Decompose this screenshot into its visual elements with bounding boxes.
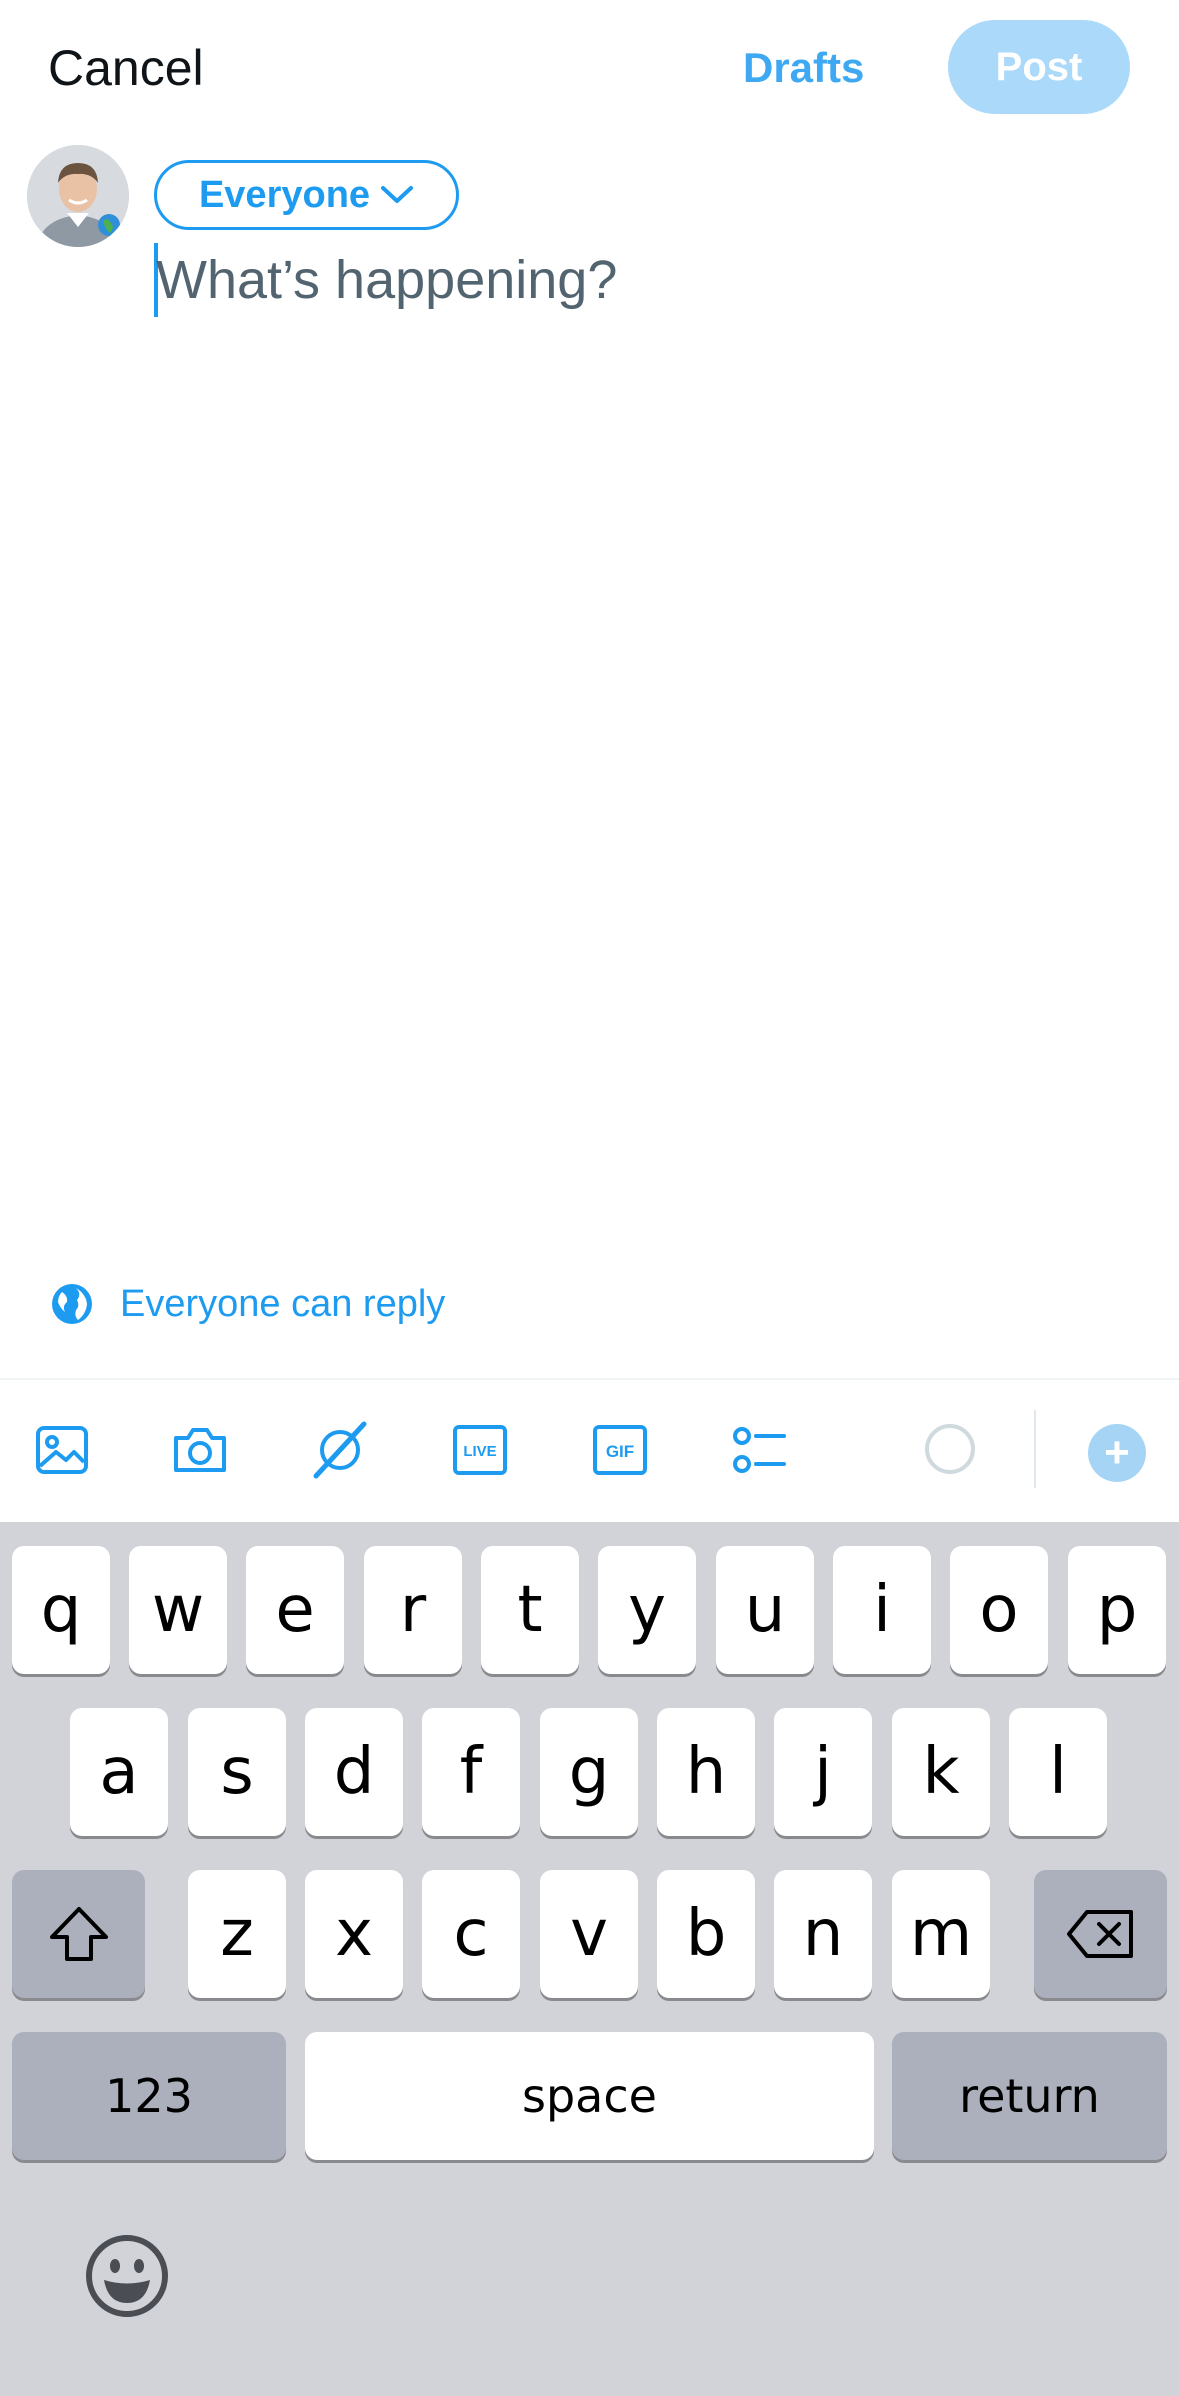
key-l[interactable]: l [1009,1708,1107,1836]
key-m[interactable]: m [892,1870,990,1998]
key-g[interactable]: g [540,1708,638,1836]
key-b[interactable]: b [657,1870,755,1998]
audience-selector[interactable]: Everyone [154,160,459,230]
key-f[interactable]: f [422,1708,520,1836]
gif-icon[interactable]: GIF [590,1420,650,1480]
backspace-icon [1066,1910,1133,1958]
avatar[interactable] [27,145,129,247]
drafts-button[interactable]: Drafts [743,40,864,96]
post-button[interactable]: Post [948,20,1130,114]
grok-icon[interactable] [310,1420,370,1480]
key-r[interactable]: r [364,1546,462,1674]
svg-text:LIVE: LIVE [463,1443,496,1460]
key-y[interactable]: y [598,1546,696,1674]
character-counter-ring [925,1424,975,1474]
key-w[interactable]: w [129,1546,227,1674]
key-v[interactable]: v [540,1870,638,1998]
key-o[interactable]: o [950,1546,1048,1674]
keyboard: q w e r t y u i o p a s d f g h j k l z … [0,1522,1179,2396]
globe-icon[interactable] [50,1282,94,1326]
delete-key[interactable] [1034,1870,1167,1998]
audience-label: Everyone [198,173,371,216]
shift-key[interactable] [12,1870,145,1998]
space-key[interactable]: space [305,2032,874,2160]
cancel-button[interactable]: Cancel [48,38,204,98]
key-n[interactable]: n [774,1870,872,1998]
shift-icon [49,1907,108,1961]
key-x[interactable]: x [305,1870,403,1998]
return-key[interactable]: return [892,2032,1167,2160]
key-j[interactable]: j [774,1708,872,1836]
toolbar-divider [1034,1410,1036,1488]
emoji-icon[interactable] [84,2233,170,2319]
key-e[interactable]: e [246,1546,344,1674]
key-p[interactable]: p [1068,1546,1166,1674]
compose-input[interactable]: What’s happening? [156,246,617,314]
divider [0,1378,1179,1380]
key-a[interactable]: a [70,1708,168,1836]
add-post-icon[interactable]: + [1088,1424,1146,1482]
key-u[interactable]: u [716,1546,814,1674]
image-icon[interactable] [32,1420,92,1480]
key-z[interactable]: z [188,1870,286,1998]
key-c[interactable]: c [422,1870,520,1998]
key-k[interactable]: k [892,1708,990,1836]
poll-icon[interactable] [730,1420,790,1480]
key-q[interactable]: q [12,1546,110,1674]
avatar-image [27,145,129,247]
live-icon[interactable]: LIVE [450,1420,510,1480]
svg-text:GIF: GIF [606,1442,634,1461]
camera-icon[interactable] [170,1420,230,1480]
key-t[interactable]: t [481,1546,579,1674]
reply-setting-label[interactable]: Everyone can reply [120,1281,445,1327]
key-s[interactable]: s [188,1708,286,1836]
numbers-key[interactable]: 123 [12,2032,286,2160]
key-d[interactable]: d [305,1708,403,1836]
key-i[interactable]: i [833,1546,931,1674]
key-h[interactable]: h [657,1708,755,1836]
chevron-down-icon [381,186,414,203]
